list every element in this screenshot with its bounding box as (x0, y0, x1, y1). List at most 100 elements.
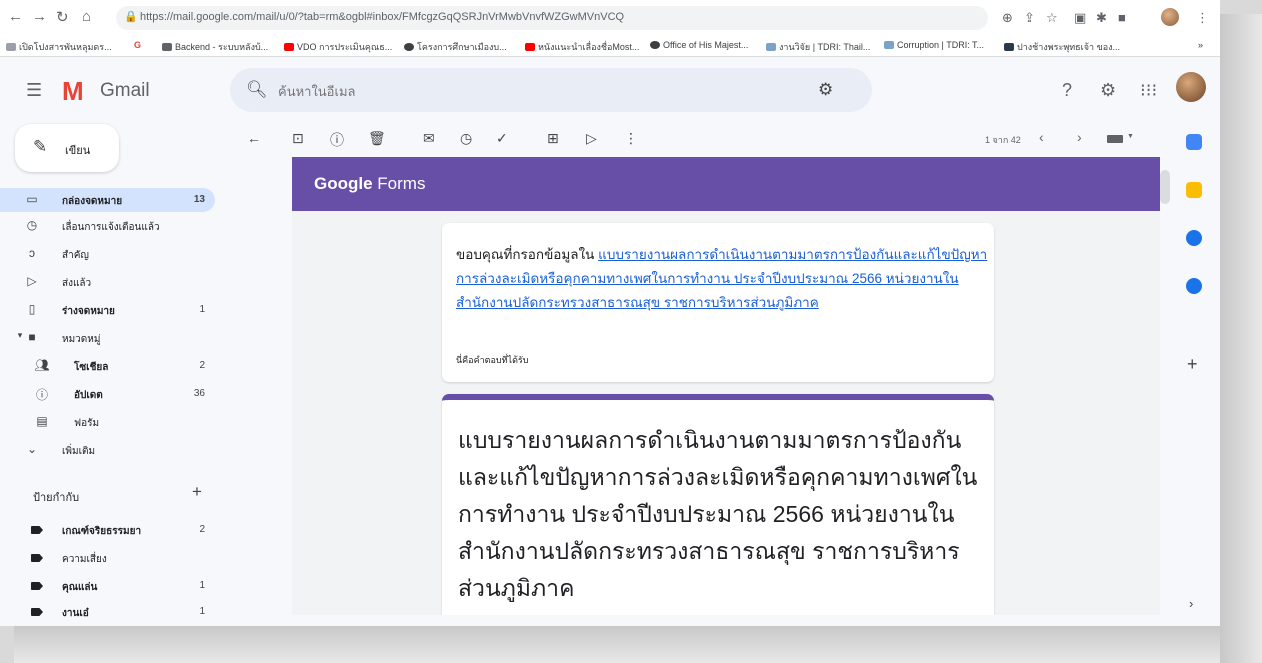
more-options-icon[interactable]: ⋮ (624, 130, 638, 147)
sidebar-item-label: ร่างจดหมาย (62, 306, 115, 317)
search-options-icon[interactable]: ⚙︎ (818, 80, 833, 100)
sidebar-item-sent[interactable]: ▷ ส่งแล้ว (0, 270, 215, 294)
pagination-text: 1 จาก 42 (985, 135, 1021, 145)
move-to-icon[interactable]: ⊞ (547, 130, 559, 147)
input-tools-keyboard-icon[interactable] (1107, 135, 1123, 143)
sidebar-item-label: สำคัญ (62, 250, 89, 261)
sidebar-item-important[interactable]: ↄ สำคัญ (0, 242, 215, 266)
google-forms-banner: Google Forms (292, 157, 1160, 211)
bookmark-item[interactable]: หนังแนะนำเลื่องชื่อMost... (525, 40, 639, 54)
sidebar-item-label: กล่องจดหมาย (62, 196, 123, 207)
back-to-inbox-icon[interactable]: ← (247, 130, 261, 146)
bookmark-google-icon[interactable]: G (134, 40, 141, 50)
sidebar-item-label: เลื่อนการแจ้งเตือนแล้ว (62, 222, 160, 233)
delete-trash-icon[interactable]: 🗑︎ (368, 130, 386, 147)
settings-gear-icon[interactable]: ⚙ (1100, 80, 1116, 101)
snooze-clock-icon[interactable]: ◷ (460, 130, 472, 147)
bookmark-item[interactable]: Corruption | TDRI: T... (884, 40, 984, 50)
mark-unread-icon[interactable]: ✉︎ (423, 130, 435, 147)
item-count: 2 (199, 360, 205, 371)
get-addons-plus-icon[interactable]: + (1187, 354, 1198, 375)
tasks-icon[interactable] (1186, 230, 1202, 246)
labels-heading: ป้ายกำกับ (33, 492, 80, 504)
sidebar-item-snoozed[interactable]: ◷ เลื่อนการแจ้งเตือนแล้ว (0, 214, 215, 238)
search-input[interactable] (276, 79, 800, 103)
gmail-logo[interactable]: M Gmail (62, 76, 150, 107)
email-body: Google Forms ขอบคุณที่กรอกข้อมูลใน แบบรา… (292, 157, 1160, 615)
sidebar-item-label: ฟอรัม (74, 418, 100, 429)
banner-forms-text: Forms (377, 174, 426, 193)
tdri-icon (766, 43, 776, 51)
url-text: https://mail.google.com/mail/u/0/?tab=rm… (140, 11, 625, 23)
item-count: 1 (199, 606, 205, 617)
archive-icon[interactable]: ⊡ (292, 130, 304, 147)
label-name: เกณฑ์จริยธรรมยา (62, 526, 142, 537)
label-icon[interactable]: ▷ (586, 130, 597, 147)
help-icon[interactable]: ? (1062, 80, 1072, 101)
add-to-tasks-icon[interactable]: ✓ (496, 130, 508, 147)
sidebar-item-social[interactable]: 👥︎ โซเชียล 2 (0, 354, 215, 378)
sidebar-item-inbox[interactable]: ▭ กล่องจดหมาย 13 (0, 188, 215, 212)
newer-chevron-left-icon[interactable]: ‹ (1039, 129, 1044, 145)
label-item[interactable]: เกณฑ์จริยธรรมยา 2 (0, 518, 215, 542)
home-icon[interactable]: ⌂ (82, 8, 91, 25)
bookmark-favicon-icon (6, 43, 16, 51)
back-arrow-icon[interactable]: ← (8, 8, 23, 25)
label-item[interactable]: งานเอ๋ 1 (0, 600, 215, 624)
draft-icon: ▯ (28, 302, 36, 316)
sidebar-item-label: โซเชียล (74, 362, 109, 373)
reload-icon[interactable]: ↻ (56, 8, 69, 26)
email-scrollbar[interactable] (1160, 170, 1170, 204)
bookmarks-overflow-icon[interactable]: » (1198, 40, 1203, 50)
label-tag-icon (31, 554, 43, 562)
address-bar[interactable]: 🔒 https://mail.google.com/mail/u/0/?tab=… (116, 6, 988, 30)
bookmark-item[interactable]: ปางช้างพระพุทธเจ้า ของ... (1004, 40, 1120, 54)
bookmark-star-icon[interactable]: ☆ (1046, 10, 1058, 26)
show-side-panel-chevron-icon[interactable]: › (1189, 596, 1193, 611)
social-icon: 👥︎ (34, 358, 50, 372)
sidebar-item-more[interactable]: ⌄ เพิ่มเติม (0, 438, 215, 462)
keep-icon[interactable] (1186, 182, 1202, 198)
browser-profile-avatar[interactable] (1161, 8, 1179, 26)
browser-menu-icon[interactable]: ⋮ (1196, 10, 1209, 26)
sidepanel-icon[interactable]: ■ (1118, 10, 1126, 25)
bookmarks-bar: เปิดโปงสารพันหลุมดร... G Backend - ระบบห… (0, 36, 1220, 57)
receipt-note: นี่คือคำตอบที่ได้รับ (456, 355, 529, 365)
older-chevron-right-icon[interactable]: › (1077, 129, 1082, 145)
bookmark-item[interactable]: เปิดโปงสารพันหลุมดร... (6, 40, 112, 54)
calendar-icon[interactable] (1186, 134, 1202, 150)
puzzle-icon[interactable]: ✱ (1096, 10, 1107, 26)
bookmark-item[interactable]: VDO การประเมินคุณธ... (284, 40, 392, 54)
sidebar-item-categories[interactable]: ▾ ■ หมวดหมู่ (0, 326, 215, 350)
share-icon[interactable]: ⇪ (1024, 10, 1035, 26)
extension-icon[interactable]: ▣ (1074, 10, 1086, 26)
create-label-plus-icon[interactable]: + (192, 482, 202, 502)
sidebar-item-forums[interactable]: ▤ ฟอรัม (0, 410, 215, 434)
label-item[interactable]: คุณแล่น 1 (0, 574, 215, 598)
sidebar-item-updates[interactable]: ⓘ อัปเดต 36 (0, 382, 215, 406)
item-count: 1 (199, 304, 205, 315)
category-icon: ■ (28, 330, 36, 344)
bookmark-item[interactable]: Office of His Majest... (650, 40, 748, 50)
input-tools-dropdown-icon[interactable]: ▼ (1127, 133, 1134, 140)
pencil-icon: ✎ (33, 137, 48, 156)
bookmark-item[interactable]: Backend - ระบบหลังบ้... (162, 40, 268, 54)
compose-button[interactable]: ✎ เขียน (15, 124, 119, 172)
report-spam-icon[interactable]: ⓘ (330, 130, 344, 150)
account-avatar[interactable] (1176, 72, 1206, 102)
sidebar-item-drafts[interactable]: ▯ ร่างจดหมาย 1 (0, 298, 215, 322)
zoom-icon[interactable]: ⊕ (1002, 10, 1013, 26)
contacts-icon[interactable] (1186, 278, 1202, 294)
gmail-logo-text: Gmail (100, 80, 150, 101)
search-bar: 🔍︎ ⚙︎ (230, 68, 872, 112)
bookmark-item[interactable]: งานวิจัย | TDRI: Thail... (766, 40, 870, 54)
apps-grid-icon[interactable]: ⁝⁝⁝ (1140, 80, 1157, 101)
label-item[interactable]: ความเสี่ยง (0, 546, 215, 570)
main-menu-icon[interactable]: ☰ (26, 80, 42, 101)
sidebar-item-label: หมวดหมู่ (62, 334, 101, 345)
search-icon[interactable]: 🔍︎ (246, 80, 268, 100)
gear-icon (162, 43, 172, 51)
bookmark-item[interactable]: โครงการศึกษาเมืองบ... (404, 40, 507, 54)
forward-arrow-icon[interactable]: → (32, 8, 47, 25)
compose-label: เขียน (65, 145, 91, 157)
